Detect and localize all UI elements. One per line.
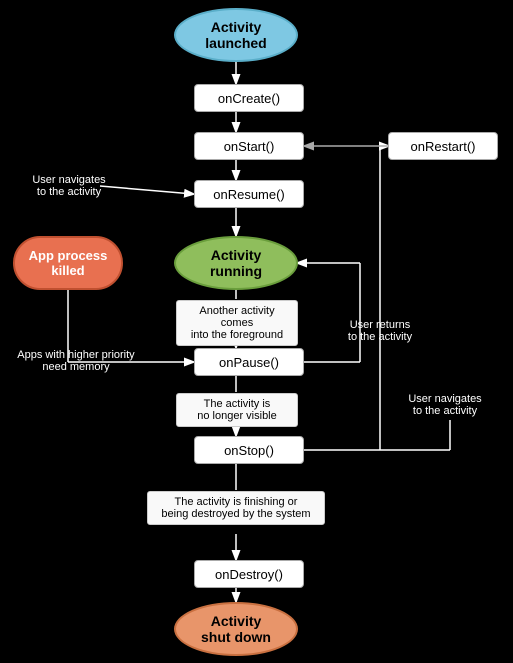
on-pause-label: onPause() [219, 355, 279, 370]
on-stop-method: onStop() [194, 436, 304, 464]
on-create-label: onCreate() [218, 91, 280, 106]
apps-higher-priority-label: Apps with higher priority need memory [2, 349, 150, 373]
user-navigates-label-left: User navigates to the activity [14, 174, 124, 198]
on-resume-method: onResume() [194, 180, 304, 208]
on-start-label: onStart() [224, 139, 275, 154]
user-returns-label: User returns to the activity [330, 319, 430, 343]
app-process-killed-label: App process killed [29, 248, 108, 278]
on-restart-label: onRestart() [410, 139, 475, 154]
on-stop-label: onStop() [224, 443, 274, 458]
on-restart-method: onRestart() [388, 132, 498, 160]
activity-shut-down-label: Activity shut down [201, 613, 271, 645]
on-destroy-method: onDestroy() [194, 560, 304, 588]
on-pause-method: onPause() [194, 348, 304, 376]
app-process-killed-node: App process killed [13, 236, 123, 290]
activity-finishing-label: The activity is finishing or being destr… [147, 491, 325, 525]
activity-shut-down-node: Activity shut down [174, 602, 298, 656]
activity-launched-node: Activity launched [174, 8, 298, 62]
no-longer-visible-label: The activity is no longer visible [176, 393, 298, 427]
on-create-method: onCreate() [194, 84, 304, 112]
activity-running-label: Activity running [210, 247, 262, 279]
activity-launched-label: Activity launched [205, 19, 266, 51]
activity-running-node: Activity running [174, 236, 298, 290]
on-start-method: onStart() [194, 132, 304, 160]
on-destroy-label: onDestroy() [215, 567, 283, 582]
another-activity-label: Another activity comes into the foregrou… [176, 300, 298, 346]
on-resume-label: onResume() [213, 187, 285, 202]
user-navigates-label-right: User navigates to the activity [390, 393, 500, 417]
